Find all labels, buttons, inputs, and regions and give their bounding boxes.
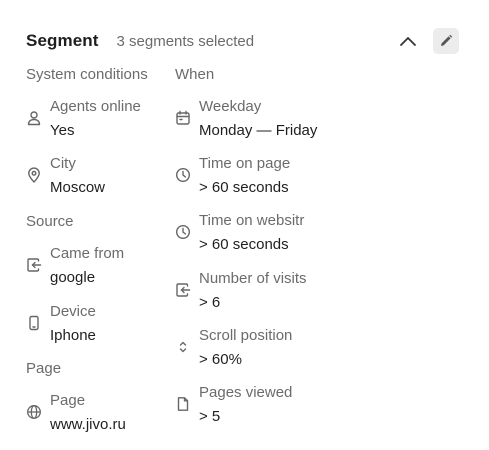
clock-icon	[175, 167, 191, 183]
condition-label: Weekday	[199, 98, 262, 115]
condition-value: Iphone	[50, 327, 96, 344]
calendar-icon	[175, 110, 191, 126]
condition-label: Scroll position	[199, 327, 293, 344]
when-heading: When	[175, 66, 215, 83]
smartphone-icon	[26, 315, 42, 331]
condition-value: > 60 seconds	[199, 179, 289, 196]
condition-value: > 60%	[199, 351, 242, 368]
collapse-button[interactable]	[396, 30, 420, 52]
condition-label: City	[50, 155, 76, 172]
panel-title: Segment	[26, 31, 99, 50]
login-arrow-icon	[26, 257, 42, 273]
scroll-updown-icon	[175, 339, 191, 355]
selected-count: 3 segments selected	[116, 32, 255, 50]
pencil-icon	[439, 34, 453, 48]
condition-label: Page	[50, 392, 86, 409]
condition-label: Device	[50, 303, 96, 320]
condition-value: > 5	[199, 408, 221, 425]
condition-label: Pages viewed	[199, 384, 293, 401]
system-conditions-heading: System conditions	[26, 66, 148, 83]
condition-value: google	[50, 269, 96, 286]
condition-value: Monday — Friday	[199, 122, 318, 139]
condition-value: Moscow	[50, 179, 106, 196]
clock-icon	[175, 224, 191, 240]
person-icon	[26, 110, 42, 126]
condition-value: > 60 seconds	[199, 236, 289, 253]
source-heading: Source	[26, 213, 74, 230]
location-pin-icon	[26, 167, 42, 183]
condition-label: Time on page	[199, 155, 291, 172]
edit-button[interactable]	[433, 28, 459, 54]
chevron-up-icon	[399, 35, 417, 47]
condition-value: Yes	[50, 122, 75, 139]
panel-header: Segment 3 segments selected	[26, 30, 254, 52]
condition-label: Came from	[50, 245, 125, 262]
globe-icon	[26, 404, 42, 420]
condition-label: Agents online	[50, 98, 141, 115]
condition-value: www.jivo.ru	[50, 416, 126, 433]
page-heading: Page	[26, 360, 62, 377]
condition-label: Number of visits	[199, 270, 307, 287]
login-arrow-icon	[175, 282, 191, 298]
segment-panel: Segment 3 segments selected System condi…	[0, 0, 489, 450]
condition-label: Time on websitr	[199, 212, 305, 229]
condition-value: > 6	[199, 294, 221, 311]
document-icon	[175, 396, 191, 412]
